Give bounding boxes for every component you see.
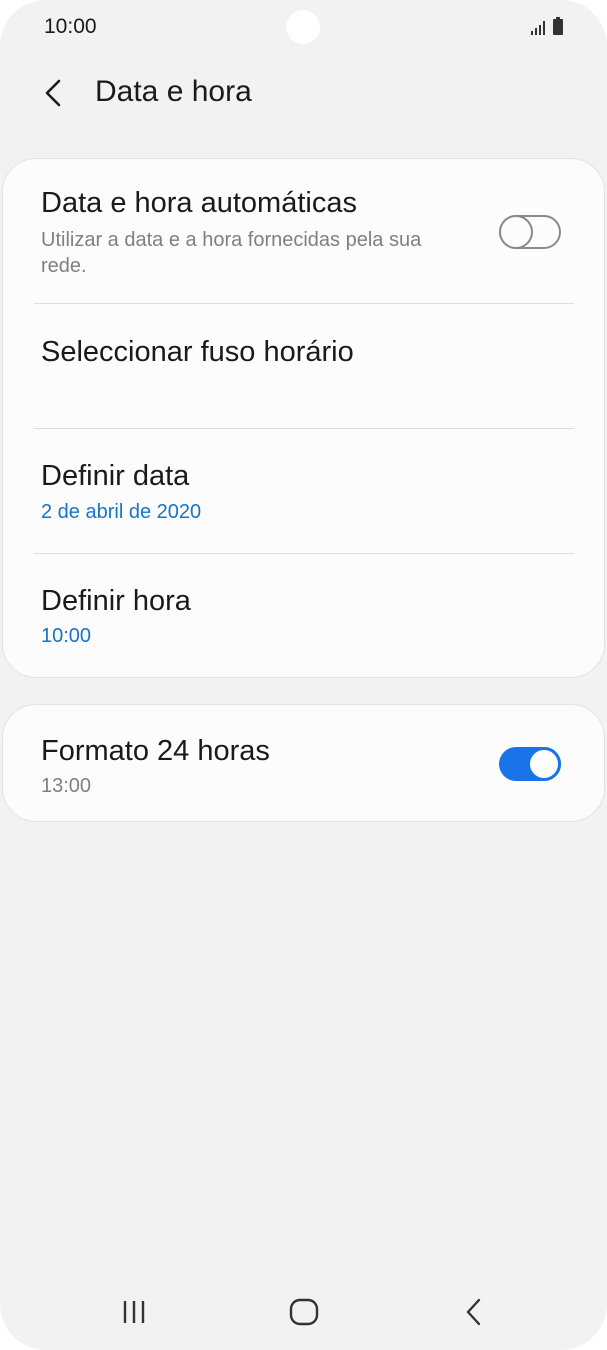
signal-icon: [531, 19, 545, 35]
app-header: Data e hora: [0, 60, 607, 126]
toggle-knob: [499, 215, 533, 249]
select-timezone-title: Seleccionar fuso horário: [41, 336, 354, 368]
format-24h-subtitle: 13:00: [41, 775, 92, 797]
set-date-row[interactable]: Definir data 2 de abril de 2020: [3, 429, 604, 554]
settings-card-datetime: Data e hora automáticas Utilizar a data …: [2, 158, 605, 678]
set-time-row[interactable]: Definir hora 10:00: [3, 554, 604, 679]
toggle-knob: [527, 747, 561, 781]
set-date-title: Definir data: [41, 460, 190, 492]
status-time: 10:00: [44, 15, 97, 38]
back-button[interactable]: [30, 70, 76, 116]
page-title: Data e hora: [95, 75, 252, 108]
battery-icon: [553, 17, 563, 35]
home-button[interactable]: [274, 1290, 334, 1334]
format-24h-title: Formato 24 horas: [41, 735, 270, 767]
auto-datetime-title: Data e hora automáticas: [41, 187, 357, 219]
navigation-bar: [0, 1282, 607, 1342]
set-time-value: 10:00: [41, 625, 92, 647]
select-timezone-row[interactable]: Seleccionar fuso horário: [3, 304, 604, 429]
auto-datetime-row[interactable]: Data e hora automáticas Utilizar a data …: [3, 159, 604, 304]
set-time-title: Definir hora: [41, 585, 191, 617]
chevron-left-icon: [45, 79, 61, 107]
back-icon: [466, 1298, 481, 1326]
auto-datetime-subtitle: Utilizar a data e a hora fornecidas pela…: [41, 229, 422, 277]
auto-datetime-toggle[interactable]: [499, 215, 561, 249]
recent-apps-icon: [123, 1301, 145, 1323]
settings-card-format: Formato 24 horas 13:00: [2, 704, 605, 822]
format-24h-toggle[interactable]: [499, 747, 561, 781]
format-24h-row[interactable]: Formato 24 horas 13:00: [3, 705, 604, 823]
nav-back-button[interactable]: [444, 1290, 504, 1334]
status-icons: [531, 17, 563, 35]
phone-screen: 10:00 Data e hora Data e hora automática…: [0, 0, 607, 1350]
set-date-value: 2 de abril de 2020: [41, 501, 202, 523]
camera-cutout: [286, 10, 320, 44]
status-bar: 10:00: [0, 0, 607, 56]
home-icon: [289, 1298, 319, 1326]
recent-apps-button[interactable]: [104, 1290, 164, 1334]
